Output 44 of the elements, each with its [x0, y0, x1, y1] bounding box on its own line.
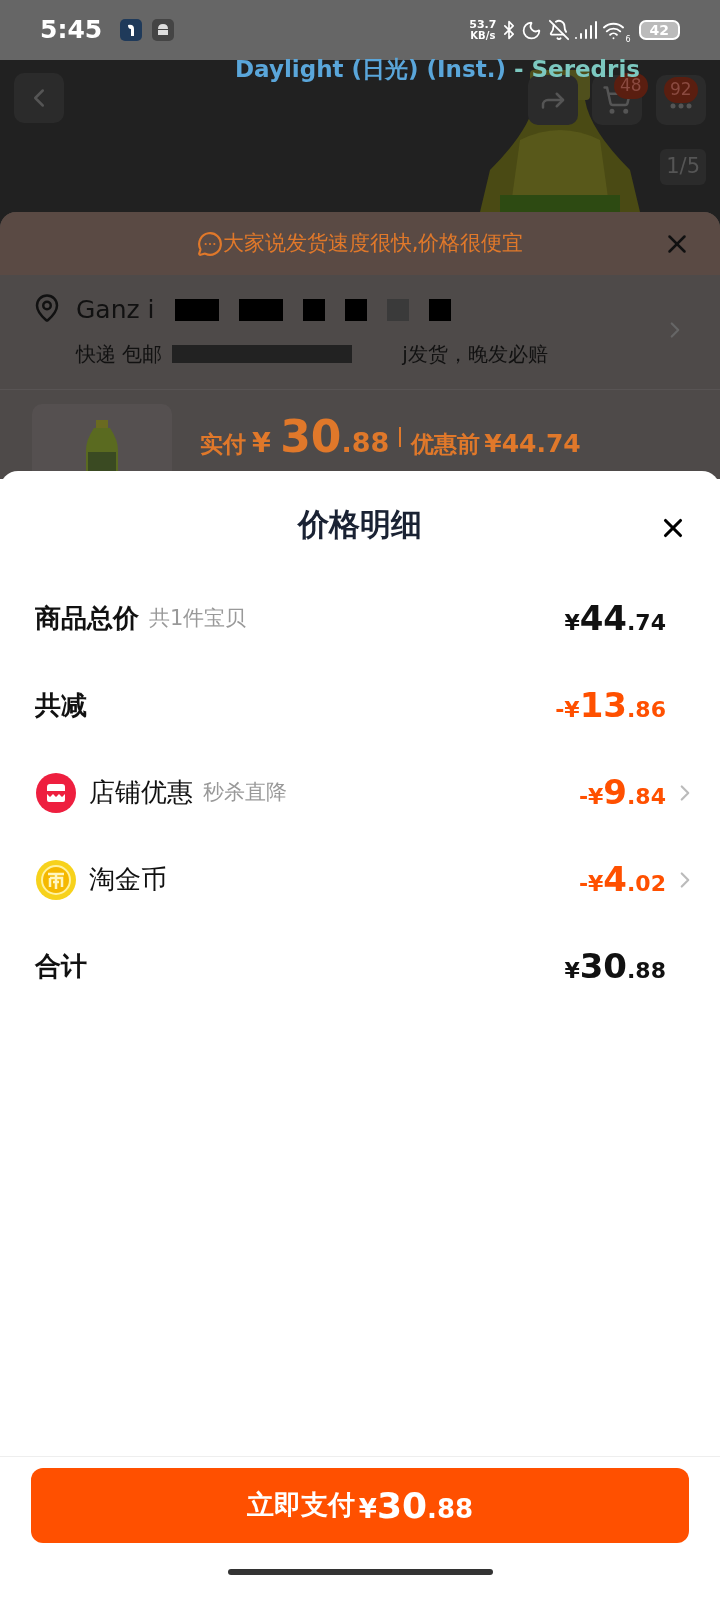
store-icon [35, 771, 77, 814]
shipping-promise: j发货，晚发必赔 [402, 340, 548, 368]
network-speed-unit: KB/s [470, 30, 496, 41]
row-amount: -¥4.02 [578, 858, 666, 901]
before-discount-amount: ¥44.74 [484, 428, 581, 460]
android-icon [152, 19, 175, 41]
row-note: 共1件宝贝 [149, 604, 247, 632]
row-amount: ¥44.74 [564, 597, 666, 640]
row-label: 店铺优惠 [89, 776, 193, 809]
more-icon [670, 103, 692, 109]
banner-text: 大家说发货速度很快,价格很便宜 [222, 229, 524, 257]
row-label: 淘金币 [89, 863, 167, 896]
pay-now-button[interactable]: 立即支付¥30.88 [31, 1468, 689, 1543]
row-note: 秒杀直降 [203, 778, 287, 806]
bell-off-icon [548, 19, 571, 41]
row-label: 商品总价 [35, 602, 139, 635]
paid-amount: ¥ 30.88 [252, 410, 390, 464]
row-label: 合计 [35, 950, 87, 983]
battery-indicator: 42 [638, 20, 680, 40]
shipping-info: 快递 包邮 [76, 340, 163, 368]
redacted-block [174, 298, 219, 321]
paid-label: 实付 [200, 430, 246, 459]
back-button[interactable] [14, 73, 64, 123]
redacted-block [428, 298, 451, 321]
row-amount: -¥9.84 [578, 771, 666, 814]
row-amount: ¥30.88 [564, 945, 666, 988]
home-indicator[interactable] [227, 1568, 493, 1575]
address-name: Ganz i [76, 294, 155, 326]
wifi-label: 6 [625, 34, 631, 46]
sheet-title: 价格明细 [298, 504, 422, 544]
app-notification-icon [120, 19, 143, 41]
signal-icon [574, 18, 599, 42]
pay-amount: ¥30.88 [358, 1483, 474, 1528]
coin-icon [35, 858, 77, 901]
row-amount: -¥13.86 [555, 684, 666, 727]
network-speed: 53.7 [469, 19, 497, 30]
redacted-block [344, 298, 367, 321]
redacted-block [302, 298, 325, 321]
redacted-block [238, 298, 283, 321]
chat-icon [196, 230, 223, 257]
before-discount-label: 优惠前 [411, 430, 481, 459]
row-label: 共减 [35, 689, 87, 722]
moon-icon [521, 19, 543, 41]
clock: 5:45 [40, 14, 103, 47]
